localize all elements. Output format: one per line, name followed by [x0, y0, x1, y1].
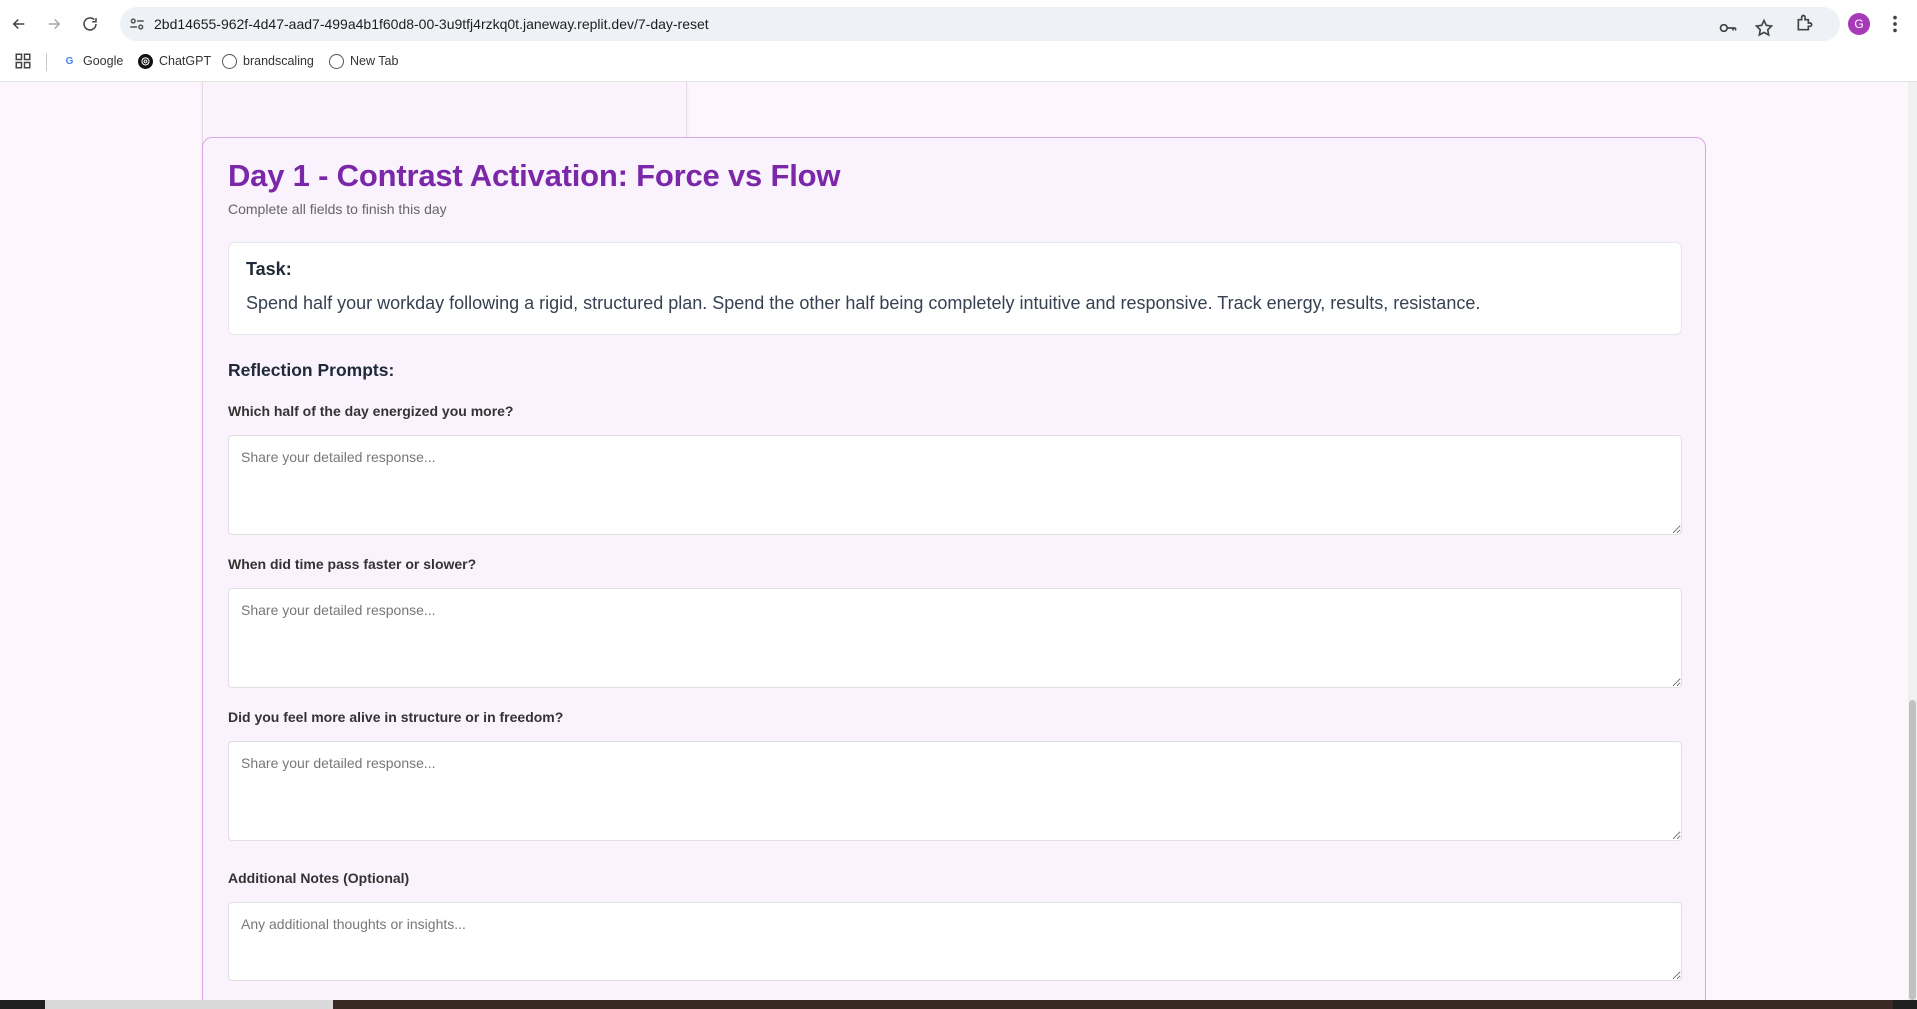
prompt-response-field[interactable]	[228, 588, 1682, 688]
reflection-prompts-heading: Reflection Prompts:	[228, 360, 395, 380]
extensions-icon[interactable]	[1795, 13, 1815, 33]
prompt-label: When did time pass faster or slower?	[228, 556, 477, 572]
prompt-label: Did you feel more alive in structure or …	[228, 709, 564, 725]
bookmark-label: brandscaling	[243, 54, 314, 68]
bookmark-new-tab[interactable]: New Tab	[329, 50, 398, 72]
password-key-icon[interactable]	[1718, 18, 1738, 38]
browser-toolbar: 2bd14655-962f-4d47-aad7-499a4b1f60d8-00-…	[0, 0, 1917, 48]
task-box: Task: Spend half your workday following …	[228, 242, 1682, 335]
profile-avatar[interactable]: G	[1848, 13, 1870, 35]
taskbar-background	[333, 1000, 1893, 1009]
google-icon: G	[65, 55, 74, 67]
bookmark-google[interactable]: G Google	[62, 50, 124, 72]
url-text[interactable]: 2bd14655-962f-4d47-aad7-499a4b1f60d8-00-…	[154, 7, 709, 41]
prompt-response-field[interactable]	[228, 741, 1682, 841]
notes-field[interactable]	[228, 902, 1682, 981]
task-label: Task:	[246, 259, 292, 279]
bookmark-label: Google	[83, 54, 124, 68]
day-title: Day 1 - Contrast Activation: Force vs Fl…	[228, 158, 841, 193]
prompt-label: Which half of the day energized you more…	[228, 403, 514, 419]
day-card: Day 1 - Contrast Activation: Force vs Fl…	[202, 137, 1706, 1000]
task-description: Spend half your workday following a rigi…	[246, 293, 1481, 313]
page-viewport: Day 1 - Contrast Activation: Force vs Fl…	[0, 82, 1917, 1000]
page-scrollbar[interactable]	[1908, 82, 1917, 1000]
bookmarks-divider	[46, 53, 47, 71]
apps-grid-icon[interactable]	[14, 52, 32, 70]
reload-icon[interactable]	[78, 12, 102, 36]
globe-icon	[329, 53, 344, 69]
notes-label: Additional Notes (Optional)	[228, 870, 410, 886]
os-taskbar	[0, 1000, 1917, 1009]
bookmark-brandscaling[interactable]: brandscaling	[222, 50, 314, 72]
prompt-response-field[interactable]	[228, 435, 1682, 535]
site-settings-icon[interactable]	[128, 15, 146, 33]
scrollbar-thumb[interactable]	[1909, 700, 1916, 1000]
chatgpt-icon: ◎	[138, 53, 153, 69]
more-menu-icon[interactable]	[1884, 12, 1906, 36]
bookmark-star-icon[interactable]	[1754, 18, 1774, 38]
bookmark-label: ChatGPT	[159, 54, 212, 68]
address-bar[interactable]: 2bd14655-962f-4d47-aad7-499a4b1f60d8-00-…	[120, 7, 1840, 41]
taskbar-item[interactable]	[45, 1000, 333, 1009]
browser-chrome: 2bd14655-962f-4d47-aad7-499a4b1f60d8-00-…	[0, 0, 1917, 82]
bookmark-label: New Tab	[350, 54, 399, 68]
day-subtitle: Complete all fields to finish this day	[228, 201, 447, 217]
back-arrow-icon[interactable]	[7, 12, 31, 36]
forward-arrow-icon[interactable]	[42, 12, 66, 36]
globe-icon	[222, 53, 237, 69]
bookmark-chatgpt[interactable]: ◎ ChatGPT	[138, 50, 211, 72]
